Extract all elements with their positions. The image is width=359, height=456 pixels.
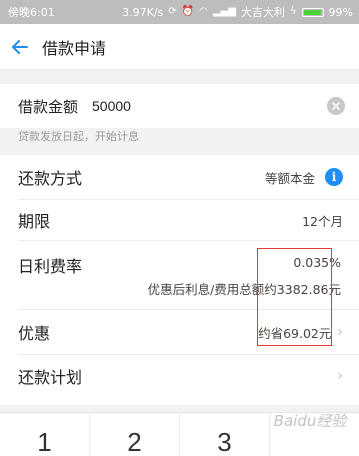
plan-chevron-wrap: ›	[331, 368, 343, 384]
key-1[interactable]: 1	[0, 413, 90, 456]
chevron-right-icon: ›	[337, 324, 343, 340]
key-2[interactable]: 2	[90, 413, 180, 456]
watermark-logo: Baidu经验	[273, 411, 347, 430]
amount-field-row[interactable]: 借款金额 50000	[0, 84, 359, 128]
repayment-method-label: 还款方式	[18, 169, 83, 188]
battery-fill	[303, 9, 322, 15]
battery-icon	[301, 7, 324, 17]
status-right: 3.97K/s ⟳ ⏰ ◠ ▂▄▆ 大吉大利 ϟ 99%	[122, 4, 353, 20]
page-title: 借款申请	[42, 38, 107, 58]
interest-hint: 贷款发放日起，开始计息	[18, 130, 139, 143]
repayment-method-value: 等额本金	[264, 170, 315, 186]
amount-input[interactable]: 50000	[92, 98, 131, 114]
signal-icon: ▂▄▆	[212, 6, 236, 17]
carrier-name: 大吉大利	[240, 6, 285, 19]
sync-icon: ⟳	[168, 6, 177, 17]
amount-label: 借款金额	[18, 97, 79, 116]
term-value: 12个月	[302, 213, 343, 229]
info-icon[interactable]: i	[325, 168, 343, 186]
battery-percent: 99%	[328, 5, 353, 19]
repayment-method-value-wrap: 等额本金 i	[265, 168, 343, 187]
network-speed: 3.97K/s	[122, 5, 164, 19]
repayment-method-row[interactable]: 还款方式 等额本金 i	[0, 155, 359, 199]
alarm-icon: ⏰	[181, 6, 195, 17]
term-label: 期限	[18, 212, 51, 231]
nav-bar: 借款申请	[0, 24, 359, 70]
status-bar: 傍晚6:01 3.97K/s ⟳ ⏰ ◠ ▂▄▆ 大吉大利 ϟ 99%	[0, 0, 359, 24]
back-arrow-icon[interactable]	[0, 24, 40, 70]
charging-icon: ϟ	[289, 6, 297, 17]
clear-icon[interactable]	[327, 97, 345, 115]
discount-label: 优惠	[18, 324, 51, 343]
chevron-right-icon: ›	[337, 368, 343, 384]
status-time: 傍晚6:01	[8, 6, 55, 19]
term-row[interactable]: 期限 12个月	[0, 200, 359, 240]
repayment-plan-row[interactable]: 还款计划 ›	[0, 355, 359, 397]
wifi-icon: ◠	[199, 6, 208, 17]
key-3[interactable]: 3	[180, 413, 270, 456]
daily-rate-label: 日利费率	[18, 257, 83, 276]
annotation-highlight-box	[257, 248, 332, 346]
repayment-plan-label: 还款计划	[18, 368, 83, 387]
